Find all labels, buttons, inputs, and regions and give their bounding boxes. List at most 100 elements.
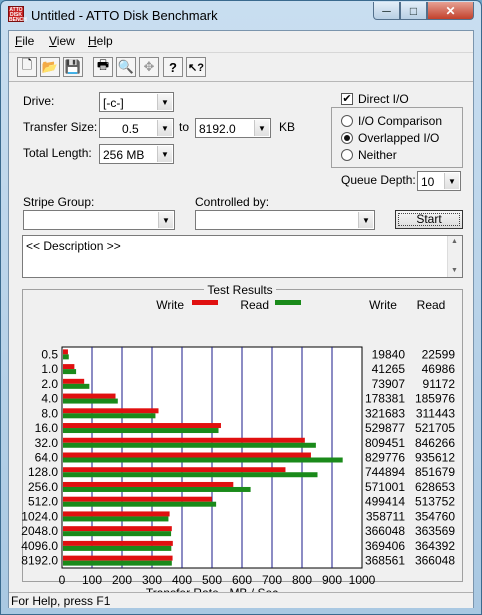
menu-view-rest: iew (56, 34, 75, 48)
read-value: 513752 (415, 495, 455, 509)
client-area: File View Help 🗋 📂 💾 🖶 🔍 ✥ ? ↖? Drive: [… (8, 30, 474, 608)
read-bar (63, 531, 172, 537)
overlapped-io-label[interactable]: Overlapped I/O (358, 131, 439, 145)
direct-io-label[interactable]: Direct I/O (358, 92, 409, 106)
controlled-by-dropdown-arrow-icon[interactable]: ▼ (358, 212, 373, 228)
description-box[interactable]: << Description >> ▲ ▼ (22, 235, 463, 278)
x-tick-label: 500 (202, 573, 222, 587)
print-button[interactable]: 🖶 (93, 57, 113, 77)
title-bar[interactable]: ATTO DISK BENCH Untitled - ATTO Disk Ben… (1, 1, 481, 29)
menu-file[interactable]: File (15, 34, 34, 48)
read-value: 851679 (415, 465, 455, 479)
neither-radio[interactable] (341, 149, 353, 161)
menu-help-key: H (88, 34, 97, 48)
maximize-icon: □ (409, 3, 418, 18)
queue-depth-dropdown-arrow-icon[interactable]: ▼ (444, 173, 459, 189)
write-value: 368561 (365, 554, 405, 568)
read-bar (63, 413, 156, 419)
read-value: 628653 (415, 480, 455, 494)
status-bar: For Help, press F1 (9, 592, 473, 608)
write-bar (63, 423, 221, 429)
write-value: 529877 (365, 421, 405, 435)
category-label: 256.0 (28, 480, 58, 494)
x-tick-label: 1000 (349, 573, 376, 587)
close-icon: ✕ (445, 3, 456, 18)
write-bar (63, 526, 172, 532)
transfer-from-dropdown-arrow-icon[interactable]: ▼ (157, 120, 172, 136)
open-button[interactable]: 📂 (40, 57, 60, 77)
transfer-size-to-value: 8192.0 (199, 122, 236, 136)
move-icon: ✥ (143, 59, 155, 74)
menu-help[interactable]: Help (88, 34, 113, 48)
read-value: 185976 (415, 392, 455, 406)
x-tick-label: 700 (262, 573, 282, 587)
col-header-read: Read (417, 298, 446, 312)
io-comparison-label[interactable]: I/O Comparison (358, 114, 442, 128)
category-label: 16.0 (35, 421, 59, 435)
transfer-size-to-select[interactable]: 8192.0 ▼ (195, 118, 271, 138)
description-scrollbar[interactable]: ▲ ▼ (447, 236, 462, 277)
scroll-up-arrow-icon[interactable]: ▲ (451, 238, 458, 245)
drive-dropdown-arrow-icon[interactable]: ▼ (157, 94, 172, 110)
stripe-group-select[interactable]: ▼ (23, 210, 175, 230)
write-value: 321683 (365, 406, 405, 420)
help-icon: ? (169, 59, 177, 75)
transfer-to-dropdown-arrow-icon[interactable]: ▼ (254, 120, 269, 136)
start-button[interactable]: Start (395, 210, 463, 229)
queue-depth-value: 10 (421, 175, 435, 189)
read-bar (63, 472, 318, 478)
maximize-button[interactable]: □ (400, 2, 427, 20)
neither-label[interactable]: Neither (358, 148, 397, 162)
category-label: 2.0 (41, 377, 58, 391)
total-length-value: 256 MB (103, 148, 145, 162)
overlapped-io-radio[interactable] (341, 132, 353, 144)
stripe-group-dropdown-arrow-icon[interactable]: ▼ (158, 212, 173, 228)
scroll-down-arrow-icon[interactable]: ▼ (451, 267, 458, 274)
help-button[interactable]: ? (163, 57, 183, 77)
read-bar (63, 442, 316, 448)
read-bar (63, 560, 172, 566)
write-bar (63, 437, 305, 443)
print-preview-button[interactable]: 🔍 (116, 57, 136, 77)
read-value: 22599 (422, 347, 456, 361)
write-bar (63, 393, 116, 399)
write-bar (63, 349, 68, 355)
write-bar (63, 452, 311, 458)
queue-depth-select[interactable]: 10 ▼ (417, 171, 461, 191)
category-label: 64.0 (35, 451, 59, 465)
drive-select[interactable]: [-c-] ▼ (99, 92, 174, 112)
read-value: 935612 (415, 451, 455, 465)
write-bar (63, 408, 159, 414)
new-button[interactable]: 🗋 (17, 57, 37, 77)
io-comparison-radio[interactable] (341, 115, 353, 127)
menu-file-rest: ile (22, 34, 35, 48)
x-tick-label: 200 (112, 573, 132, 587)
total-length-dropdown-arrow-icon[interactable]: ▼ (157, 146, 172, 162)
read-value: 364392 (415, 539, 455, 553)
legend-write-swatch (192, 300, 218, 305)
save-button[interactable]: 💾 (63, 57, 83, 77)
category-label: 1024.0 (21, 509, 58, 523)
controlled-by-select[interactable]: ▼ (195, 210, 375, 230)
status-text: For Help, press F1 (11, 594, 111, 608)
context-help-button[interactable]: ↖? (186, 57, 206, 77)
app-window: ATTO DISK BENCH Untitled - ATTO Disk Ben… (0, 0, 482, 615)
read-value: 363569 (415, 524, 455, 538)
minimize-button[interactable]: ─ (373, 2, 400, 20)
close-button[interactable]: ✕ (427, 2, 474, 20)
transfer-size-from-select[interactable]: 0.5 ▼ (99, 118, 174, 138)
move-button[interactable]: ✥ (139, 57, 159, 77)
transfer-size-label: Transfer Size: (23, 120, 98, 134)
direct-io-checkbox[interactable]: ✔ (341, 93, 353, 105)
total-length-select[interactable]: 256 MB ▼ (99, 144, 174, 164)
read-value: 91172 (423, 377, 456, 391)
read-bar (63, 501, 217, 507)
drive-label: Drive: (23, 94, 55, 108)
category-label: 1.0 (41, 362, 58, 376)
atto-app-icon[interactable]: ATTO DISK BENCH (8, 6, 27, 23)
menu-view[interactable]: View (49, 34, 75, 48)
total-length-label: Total Length: (23, 146, 92, 160)
menu-bar: File View Help (9, 31, 473, 51)
read-bar (63, 516, 169, 522)
read-value: 354760 (415, 509, 455, 523)
